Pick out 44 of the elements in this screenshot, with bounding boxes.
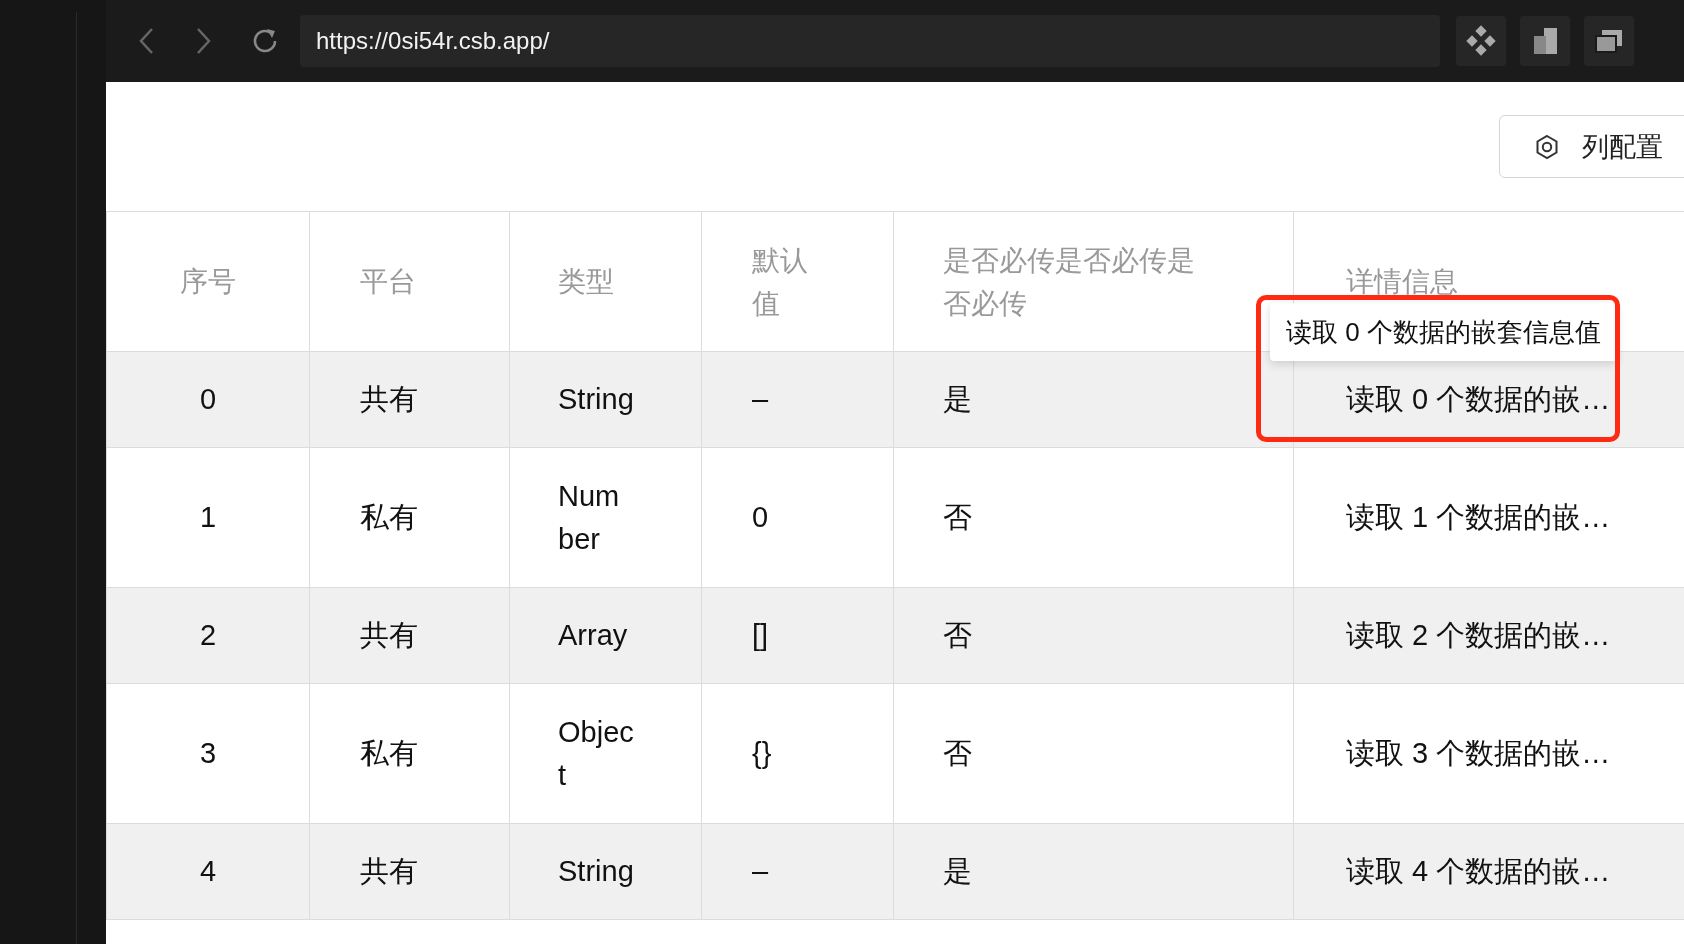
column-header: 详情信息 <box>1346 265 1458 299</box>
table-cell-text: {} <box>752 736 772 771</box>
table-cell-text: 2 <box>199 618 217 653</box>
table-cell-text: – <box>752 382 769 417</box>
column-settings-button[interactable]: 列配置 <box>1499 115 1684 178</box>
table-cell-text: 私有 <box>360 736 418 771</box>
table-cell-text: 是 <box>943 854 972 889</box>
table-cell-text: – <box>752 854 769 889</box>
table-cell-text: 1 <box>199 500 217 535</box>
table-cell-text: [] <box>752 618 769 653</box>
column-header: 序号 <box>180 265 236 299</box>
settings-icon <box>1534 133 1560 160</box>
table-cell-text: 读取 1 个数据的嵌… <box>1346 500 1611 535</box>
table-cell-text: 读取 2 个数据的嵌… <box>1346 618 1611 653</box>
table-cell-text: 私有 <box>360 500 418 535</box>
table-cell-text: 否 <box>943 618 972 653</box>
table-cell-text: String <box>558 382 634 417</box>
column-header: 平台 <box>360 265 416 299</box>
table-cell-text: 0 <box>752 500 769 535</box>
table-cell-text: 读取 0 个数据的嵌… <box>1346 382 1611 417</box>
table-cell-text: Array <box>558 618 628 653</box>
column-header: 默认值 <box>752 243 809 321</box>
table-cell-text: 共有 <box>360 854 418 889</box>
address-field[interactable]: https://0si54r.csb.app/ <box>300 15 1440 67</box>
table-cell-text: 0 <box>199 382 217 417</box>
windows-icon[interactable] <box>1584 16 1634 66</box>
forward-icon[interactable] <box>194 27 212 55</box>
table-cell-text: 读取 3 个数据的嵌… <box>1346 736 1611 771</box>
copy-icon[interactable] <box>1520 16 1570 66</box>
table-cell-text: 读取 4 个数据的嵌… <box>1346 854 1611 889</box>
table-cell-text: 否 <box>943 736 972 771</box>
table-cell-text: 否 <box>943 500 972 535</box>
table-cell-text: 共有 <box>360 382 418 417</box>
puzzle-icon[interactable] <box>1456 16 1506 66</box>
table-cell-text: 4 <box>199 854 217 889</box>
table-cell-text: Object <box>558 714 634 793</box>
table-cell-text: 共有 <box>360 618 418 653</box>
table-cell-text: 是 <box>943 382 972 417</box>
column-header: 类型 <box>558 265 614 299</box>
table-cell-text: String <box>558 854 634 889</box>
table-cell-text: Number <box>558 478 621 557</box>
back-icon[interactable] <box>138 27 156 55</box>
table-cell-text: 3 <box>199 736 217 771</box>
column-header: 是否必传是否必传是否必传 <box>943 243 1196 321</box>
